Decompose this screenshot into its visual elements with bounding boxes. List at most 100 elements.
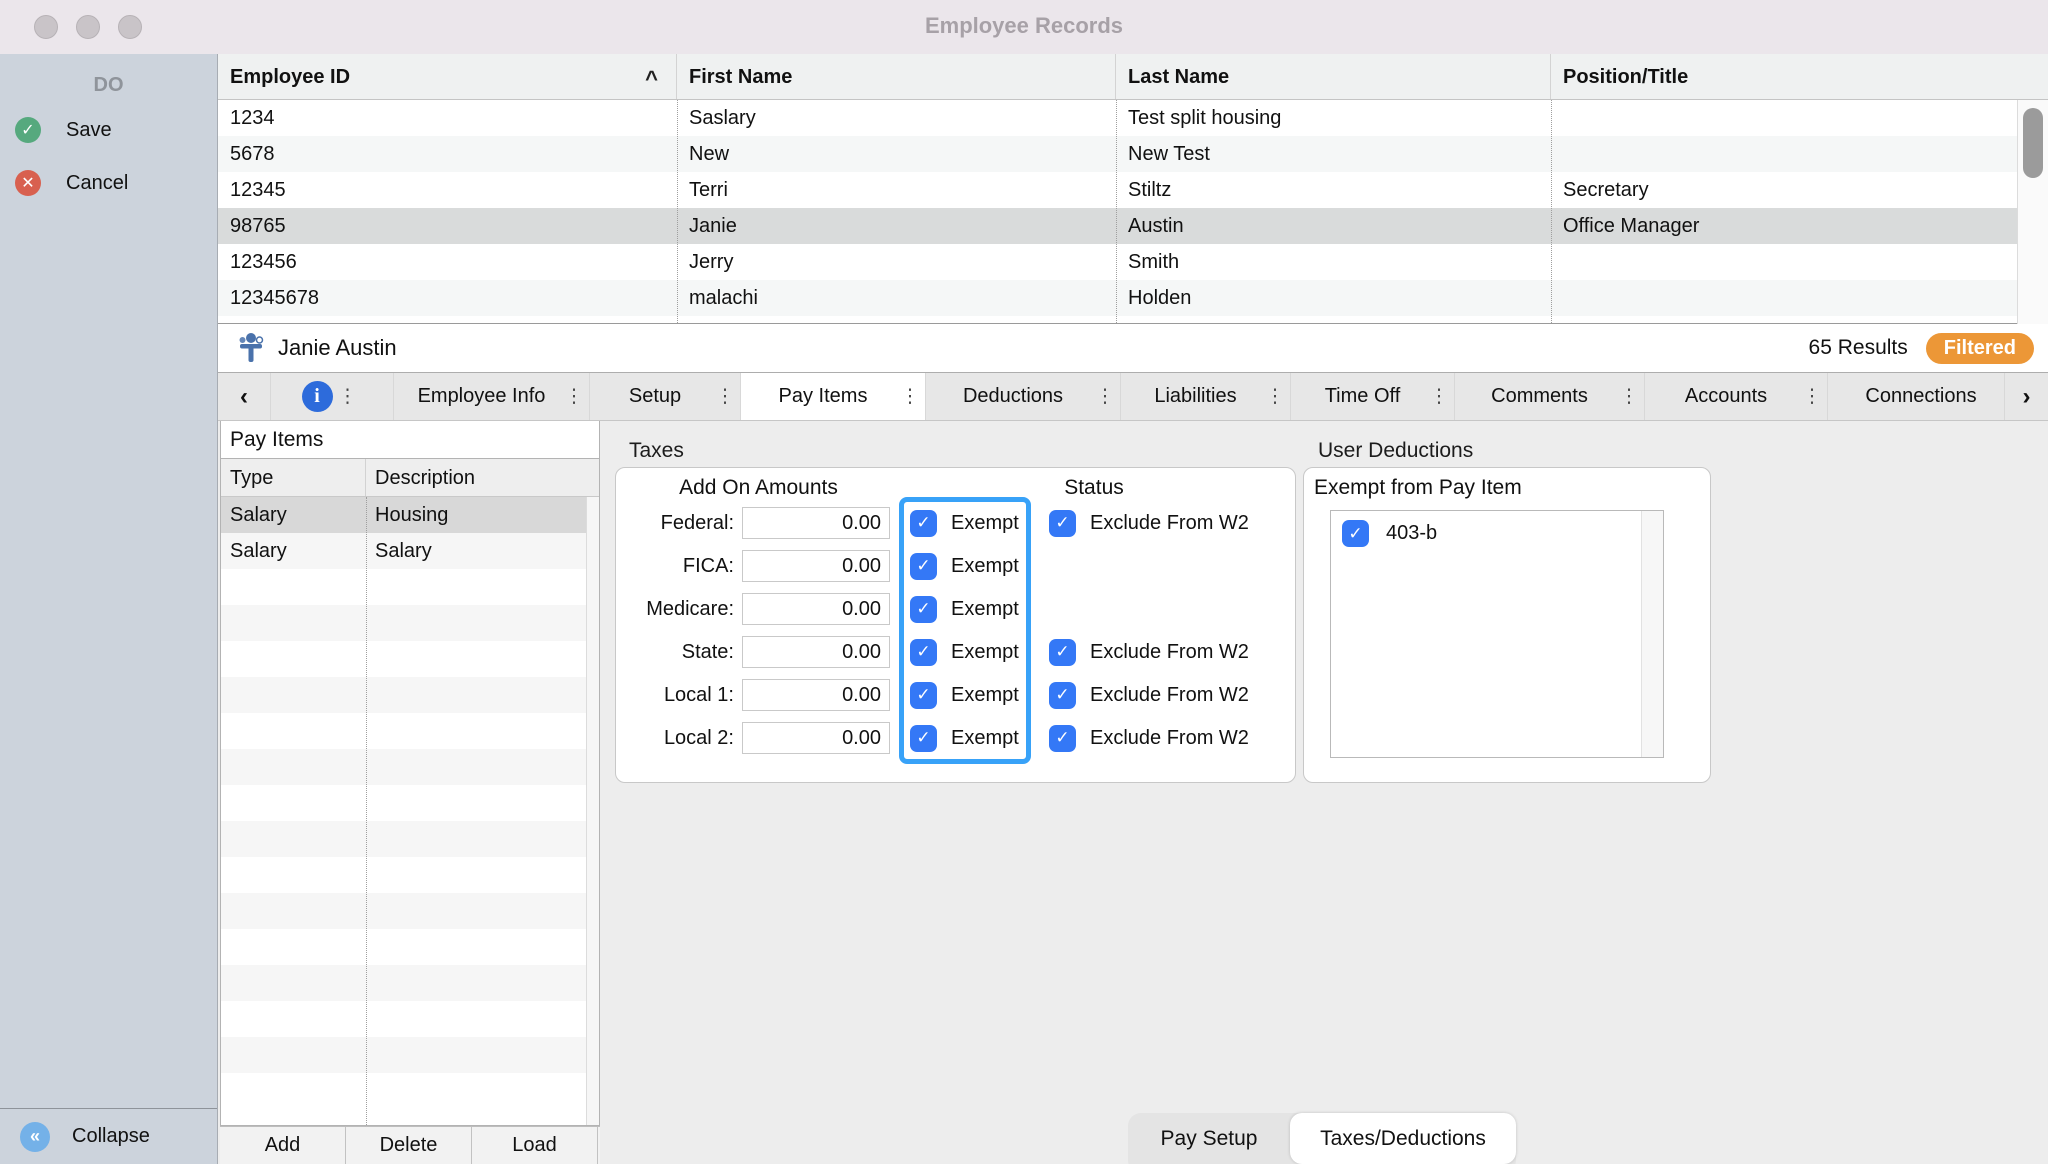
add-button[interactable]: Add: [220, 1127, 346, 1164]
tab-info[interactable]: i ⋮: [270, 373, 393, 420]
empty-row: [221, 821, 599, 857]
pay-item-row-selected[interactable]: Salary Housing: [221, 497, 599, 533]
exempt-checkbox[interactable]: ✓: [910, 639, 937, 666]
table-row[interactable]: 12345 Terri Stiltz Secretary: [218, 172, 2017, 208]
tab-employee-info[interactable]: Employee Info ⋮: [393, 373, 589, 420]
check-icon: ✓: [916, 513, 930, 533]
exempt-checkbox[interactable]: ✓: [910, 510, 937, 537]
local2-amount-input[interactable]: [742, 722, 890, 754]
tab-menu-dots-icon[interactable]: ⋮: [1090, 385, 1120, 408]
save-check-icon: ✓: [15, 117, 41, 143]
column-header-position[interactable]: Position/Title: [1551, 54, 2017, 99]
tab-menu-dots-icon[interactable]: ⋮: [1614, 385, 1644, 408]
tab-menu-dots-icon[interactable]: ⋮: [895, 385, 925, 408]
load-button[interactable]: Load: [472, 1127, 598, 1164]
exempt-checkbox[interactable]: ✓: [910, 682, 937, 709]
tab-menu-dots-icon[interactable]: ⋮: [559, 385, 589, 408]
save-label: Save: [66, 119, 112, 142]
tab-accounts[interactable]: Accounts ⋮: [1644, 373, 1827, 420]
column-header-last-name[interactable]: Last Name: [1116, 54, 1551, 99]
empty-row: [221, 677, 599, 713]
empty-row: [221, 749, 599, 785]
pay-items-column-header: Type Description: [221, 459, 599, 497]
state-amount-input[interactable]: [742, 636, 890, 668]
tax-row-state: State: ✓Exempt ✓Exclude From W2: [616, 635, 1295, 669]
tab-time-off[interactable]: Time Off ⋮: [1290, 373, 1454, 420]
exclude-w2-checkbox[interactable]: ✓: [1049, 682, 1076, 709]
check-icon: ✓: [916, 685, 930, 705]
table-row[interactable]: 1234 Saslary Test split housing: [218, 100, 2017, 136]
filtered-badge[interactable]: Filtered: [1926, 333, 2034, 364]
user-deductions-group-box: Exempt from Pay Item ✓ 403-b: [1303, 467, 1711, 783]
sort-ascending-icon: ^: [645, 56, 658, 102]
tabs-forward-button[interactable]: ›: [2004, 373, 2048, 420]
record-bar: Janie Austin 65 Results Filtered: [218, 324, 2048, 373]
tab-deductions[interactable]: Deductions ⋮: [925, 373, 1120, 420]
check-icon: ✓: [1055, 685, 1069, 705]
column-divider: [677, 100, 678, 323]
column-header-type[interactable]: Type: [221, 459, 366, 496]
employee-rows: 1234 Saslary Test split housing 5678 New…: [218, 100, 2017, 316]
cancel-button[interactable]: ✕ Cancel: [15, 165, 128, 201]
exclude-w2-checkbox[interactable]: ✓: [1049, 639, 1076, 666]
results-count: 65 Results: [1809, 336, 1908, 360]
tab-menu-dots-icon[interactable]: ⋮: [1260, 385, 1290, 408]
tax-row-federal: Federal: ✓Exempt ✓Exclude From W2: [616, 506, 1295, 540]
exempt-checkbox[interactable]: ✓: [910, 596, 937, 623]
table-row-selected[interactable]: 98765 Janie Austin Office Manager: [218, 208, 2017, 244]
local1-amount-input[interactable]: [742, 679, 890, 711]
deduction-checkbox[interactable]: ✓: [1342, 520, 1369, 547]
exempt-checkbox[interactable]: ✓: [910, 725, 937, 752]
table-row[interactable]: 5678 New New Test: [218, 136, 2017, 172]
tax-row-medicare: Medicare: ✓Exempt: [616, 592, 1295, 626]
column-header-description[interactable]: Description: [366, 459, 599, 496]
empty-row: [221, 929, 599, 965]
tab-pay-items[interactable]: Pay Items ⋮: [740, 373, 925, 420]
table-row[interactable]: 123456 Jerry Smith: [218, 244, 2017, 280]
deduction-label: 403-b: [1386, 522, 1437, 545]
tab-pay-setup[interactable]: Pay Setup: [1128, 1113, 1290, 1164]
user-deductions-list: ✓ 403-b: [1330, 510, 1664, 758]
exclude-w2-checkbox[interactable]: ✓: [1049, 725, 1076, 752]
pay-items-scrollbar[interactable]: [586, 497, 599, 1125]
check-icon: ✓: [916, 642, 930, 662]
collapse-label: Collapse: [72, 1125, 150, 1148]
employee-table-header: Employee ID ^ First Name Last Name Posit…: [218, 54, 2048, 100]
pay-items-button-bar: Add Delete Load: [220, 1126, 600, 1164]
empty-row: [221, 893, 599, 929]
empty-row: [221, 785, 599, 821]
pay-item-row[interactable]: Salary Salary: [221, 533, 599, 569]
medicare-amount-input[interactable]: [742, 593, 890, 625]
employee-table: Employee ID ^ First Name Last Name Posit…: [218, 54, 2048, 324]
tab-setup[interactable]: Setup ⋮: [589, 373, 740, 420]
exempt-checkbox[interactable]: ✓: [910, 553, 937, 580]
column-divider: [1551, 100, 1552, 323]
table-row[interactable]: 12345678 malachi Holden: [218, 280, 2017, 316]
table-scrollbar[interactable]: [2017, 100, 2048, 324]
tab-liabilities[interactable]: Liabilities ⋮: [1120, 373, 1290, 420]
tab-menu-dots-icon[interactable]: ⋮: [710, 385, 740, 408]
tax-row-fica: FICA: ✓Exempt: [616, 549, 1295, 583]
tab-comments[interactable]: Comments ⋮: [1454, 373, 1644, 420]
delete-button[interactable]: Delete: [346, 1127, 472, 1164]
tab-menu-dots-icon[interactable]: ⋮: [1424, 385, 1454, 408]
fica-amount-input[interactable]: [742, 550, 890, 582]
save-button[interactable]: ✓ Save: [15, 112, 112, 148]
tab-menu-dots-icon[interactable]: ⋮: [1797, 385, 1827, 408]
collapse-button[interactable]: « Collapse: [0, 1108, 217, 1164]
column-divider: [1116, 100, 1117, 323]
federal-amount-input[interactable]: [742, 507, 890, 539]
deduction-item-403b[interactable]: ✓ 403-b: [1331, 511, 1663, 547]
exclude-w2-checkbox[interactable]: ✓: [1049, 510, 1076, 537]
check-icon: ✓: [1055, 728, 1069, 748]
tab-taxes-deductions[interactable]: Taxes/Deductions: [1290, 1113, 1516, 1164]
tab-connections[interactable]: Connections: [1827, 373, 2004, 420]
column-header-first-name[interactable]: First Name: [677, 54, 1116, 99]
column-header-employee-id[interactable]: Employee ID ^: [218, 54, 677, 99]
info-icon: i: [302, 381, 333, 412]
tabs-back-button[interactable]: ‹: [218, 373, 270, 420]
empty-row: [221, 1037, 599, 1073]
deductions-scrollbar[interactable]: [1641, 511, 1663, 757]
tab-menu-dots-icon[interactable]: ⋮: [333, 385, 363, 408]
scrollbar-thumb[interactable]: [2023, 108, 2043, 178]
